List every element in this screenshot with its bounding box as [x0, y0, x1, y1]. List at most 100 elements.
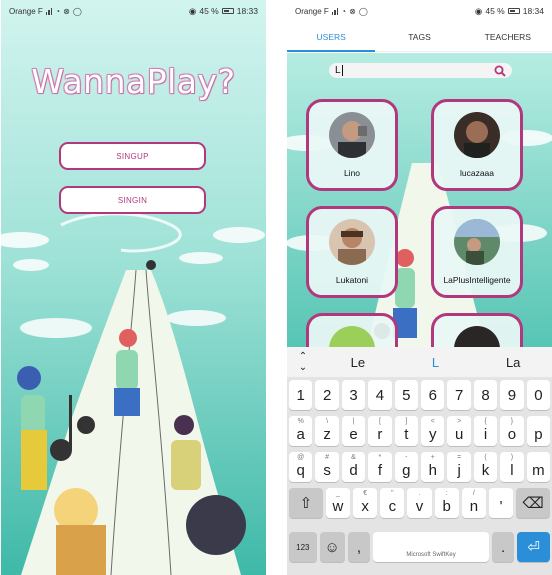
- key-label: i: [483, 426, 488, 443]
- comma-key[interactable]: ,: [347, 532, 371, 562]
- suggestion-item[interactable]: La: [474, 355, 552, 370]
- key-label: w: [332, 498, 344, 515]
- eye-icon: ◉: [188, 5, 197, 16]
- key-label: 6: [428, 386, 437, 404]
- backspace-key[interactable]: ⌫: [516, 488, 551, 518]
- keyboard-key[interactable]: {i: [473, 416, 498, 446]
- clock: 18:34: [522, 6, 544, 16]
- suggestion-item[interactable]: L: [397, 355, 475, 370]
- period-key[interactable]: .: [491, 532, 515, 562]
- keyboard-key[interactable]: .v: [407, 488, 432, 518]
- key-label: d: [349, 462, 358, 479]
- tab-teachers[interactable]: TEACHERS: [464, 22, 552, 51]
- key-secondary-label: -: [405, 454, 408, 461]
- keyboard-key[interactable]: * f: [368, 452, 392, 482]
- keyboard-key[interactable]: _ w: [325, 488, 351, 518]
- keyboard-key[interactable]: -g: [394, 452, 419, 482]
- keyboard-key[interactable]: " c: [380, 488, 405, 518]
- key-label: c: [388, 498, 397, 515]
- signal-icon: [45, 7, 53, 15]
- key-secondary-label: ): [510, 454, 514, 461]
- space-key[interactable]: Microsoft SwiftKey: [373, 532, 489, 562]
- key-label: e: [349, 426, 358, 443]
- user-search-screen: Orange F ◔ ⊗ ◯ ◉ 45 % 18:34 USERS TAGS T…: [287, 0, 552, 575]
- suggestion-strip: ⌃ ⌄ Le L La: [287, 347, 552, 377]
- keyboard-key[interactable]: 5: [394, 380, 419, 410]
- user-card[interactable]: lucazaaa: [431, 99, 523, 191]
- keyboard-key[interactable]: 1: [289, 380, 313, 410]
- expand-chevron-icon[interactable]: ⌃ ⌄: [287, 351, 319, 373]
- key-label: r: [377, 426, 383, 443]
- key-secondary-label: &: [351, 454, 356, 461]
- key-secondary-label: \: [326, 418, 329, 425]
- keyboard-key[interactable]: (k: [473, 452, 498, 482]
- key-secondary-label: ": [391, 490, 394, 497]
- keyboard-key[interactable]: < y: [421, 416, 445, 446]
- keyboard-key[interactable]: 7: [447, 380, 471, 410]
- keyboard-key[interactable]: & d: [341, 452, 366, 482]
- search-bar[interactable]: L: [329, 63, 512, 78]
- symbols-key[interactable]: 123: [289, 532, 317, 562]
- keyboard-key[interactable]: ] t: [394, 416, 419, 446]
- keyboard-key[interactable]: :b: [434, 488, 459, 518]
- status-bar: Orange F ◔ ⊗ ◯ ◉ 45 % 18:33: [1, 0, 266, 22]
- app-title: WannaPlay?: [31, 62, 236, 101]
- key-secondary-label: }: [510, 418, 514, 425]
- whatsapp-icon: ◯: [72, 6, 82, 16]
- key-label: j: [457, 462, 461, 479]
- key-label: 0: [534, 386, 543, 404]
- key-secondary-label: |: [352, 418, 355, 425]
- key-label: h: [428, 462, 437, 479]
- keyboard-key[interactable]: @ q: [289, 452, 313, 482]
- keyboard-key[interactable]: 4: [368, 380, 392, 410]
- keyboard-key[interactable]: € x: [353, 488, 378, 518]
- keyboard-key[interactable]: 6: [421, 380, 445, 410]
- tab-tags[interactable]: TAGS: [375, 22, 463, 51]
- search-icon[interactable]: [494, 65, 506, 77]
- shift-key[interactable]: ⇧: [289, 488, 323, 518]
- keyboard-key[interactable]: m: [526, 452, 551, 482]
- keyboard-key[interactable]: [r: [368, 416, 392, 446]
- emoji-key[interactable]: ☺: [319, 532, 345, 562]
- keyboard-key[interactable]: / n: [461, 488, 486, 518]
- signin-button[interactable]: SINGIN: [59, 186, 206, 214]
- user-card[interactable]: Lino: [306, 99, 398, 191]
- signup-button[interactable]: SINGUP: [59, 142, 206, 170]
- tab-users[interactable]: USERS: [287, 22, 376, 52]
- keyboard-key[interactable]: } o: [500, 416, 524, 446]
- keyboard-key[interactable]: 9: [500, 380, 524, 410]
- key-secondary-label: >: [457, 418, 462, 425]
- user-card[interactable]: Lukatoni: [306, 206, 398, 298]
- key-label: ': [499, 498, 503, 515]
- key-label: a: [296, 426, 305, 443]
- keyboard-key[interactable]: = j: [447, 452, 471, 482]
- keyboard-key[interactable]: | e: [341, 416, 366, 446]
- keyboard-key[interactable]: + h: [421, 452, 445, 482]
- keyboard-key[interactable]: 0: [526, 380, 551, 410]
- keyboard-key[interactable]: 8: [473, 380, 498, 410]
- key-label: n: [469, 498, 479, 515]
- key-label: y: [428, 426, 437, 443]
- key-label: 5: [402, 386, 411, 404]
- keyboard-key[interactable]: > u: [447, 416, 471, 446]
- enter-key[interactable]: ⏎: [517, 532, 550, 562]
- search-input[interactable]: L: [335, 65, 343, 76]
- keyboard-key[interactable]: \ z: [315, 416, 339, 446]
- key-label: 2: [322, 386, 332, 404]
- app-notification-icon: ⊗: [63, 6, 70, 16]
- user-card[interactable]: LaPlusIntelligente: [431, 206, 523, 298]
- keyboard-key[interactable]: # s: [315, 452, 339, 482]
- key-label: 4: [375, 386, 385, 404]
- keyboard-key[interactable]: ': [488, 488, 514, 518]
- keyboard-key[interactable]: p: [526, 416, 551, 446]
- keyboard-key[interactable]: 3: [341, 380, 366, 410]
- carrier-label: Orange F: [9, 6, 43, 16]
- keyboard-key[interactable]: 2: [315, 380, 339, 410]
- suggestion-item[interactable]: Le: [319, 355, 397, 370]
- key-label: q: [296, 462, 305, 479]
- battery-percent: 45 %: [485, 6, 505, 16]
- keyboard-key[interactable]: ) l: [500, 452, 524, 482]
- key-secondary-label: {: [484, 418, 487, 425]
- key-secondary-label: ]: [405, 418, 408, 425]
- keyboard-key[interactable]: % a: [289, 416, 313, 446]
